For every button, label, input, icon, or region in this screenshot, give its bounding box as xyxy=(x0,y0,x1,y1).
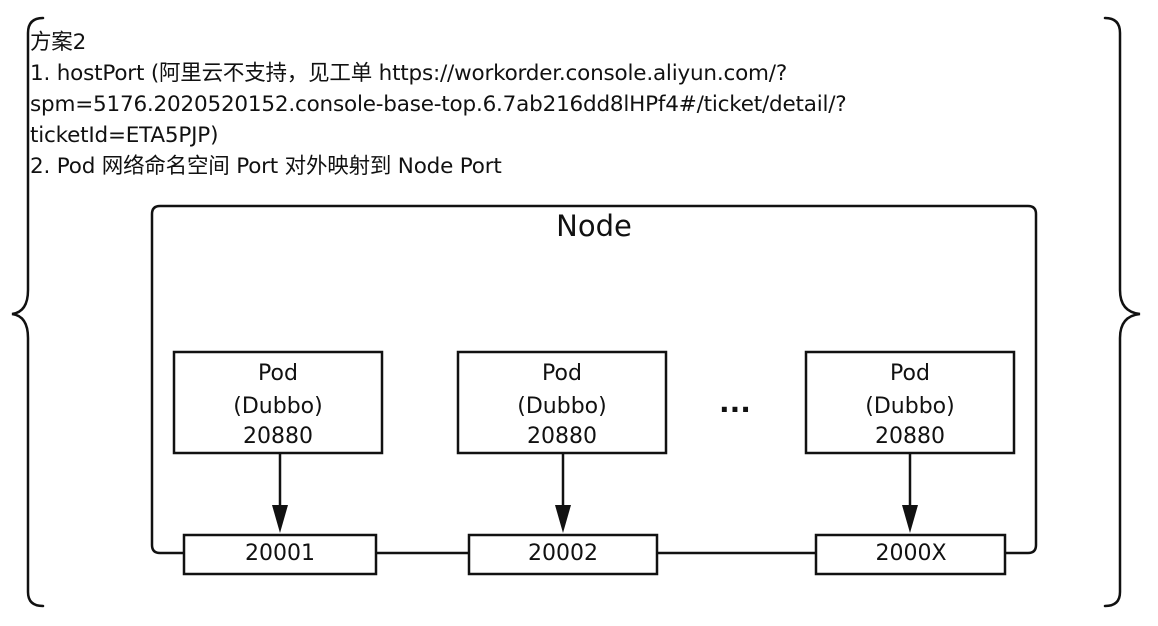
pod-1-name: Pod xyxy=(258,361,298,386)
pod-1-port: 20880 xyxy=(243,424,313,449)
pod-3-type: (Dubbo) xyxy=(865,394,955,419)
arrowhead-1 xyxy=(272,505,288,533)
header-item-1: 1. hostPort (阿里云不支持，见工单 https://workorde… xyxy=(30,61,788,86)
header-item-1-url: spm=5176.2020520152.console-base-top.6.7… xyxy=(30,92,847,117)
arrowhead-2 xyxy=(555,505,571,533)
header-text: 方案2 1. hostPort (阿里云不支持，见工单 https://work… xyxy=(30,27,1090,182)
pod-2-type: (Dubbo) xyxy=(517,394,607,419)
right-brace xyxy=(1103,16,1141,608)
node-label: Node xyxy=(556,209,632,243)
pod-3-port: 20880 xyxy=(875,424,945,449)
port-label-1: 20001 xyxy=(245,541,315,566)
header-item-2: 2. Pod 网络命名空间 Port 对外映射到 Node Port xyxy=(30,154,502,179)
ellipsis-more-pods: ... xyxy=(719,386,751,419)
header-item-1-url-end: ticketId=ETA5PJP) xyxy=(30,123,219,148)
pod-2-name: Pod xyxy=(542,361,582,386)
pod-3-name: Pod xyxy=(890,361,930,386)
pod-1-type: (Dubbo) xyxy=(233,394,323,419)
port-label-2: 20002 xyxy=(528,541,598,566)
pod-2-port: 20880 xyxy=(527,424,597,449)
port-label-3: 2000X xyxy=(875,541,947,566)
header-title: 方案2 xyxy=(30,30,87,55)
arrowhead-3 xyxy=(902,505,918,533)
